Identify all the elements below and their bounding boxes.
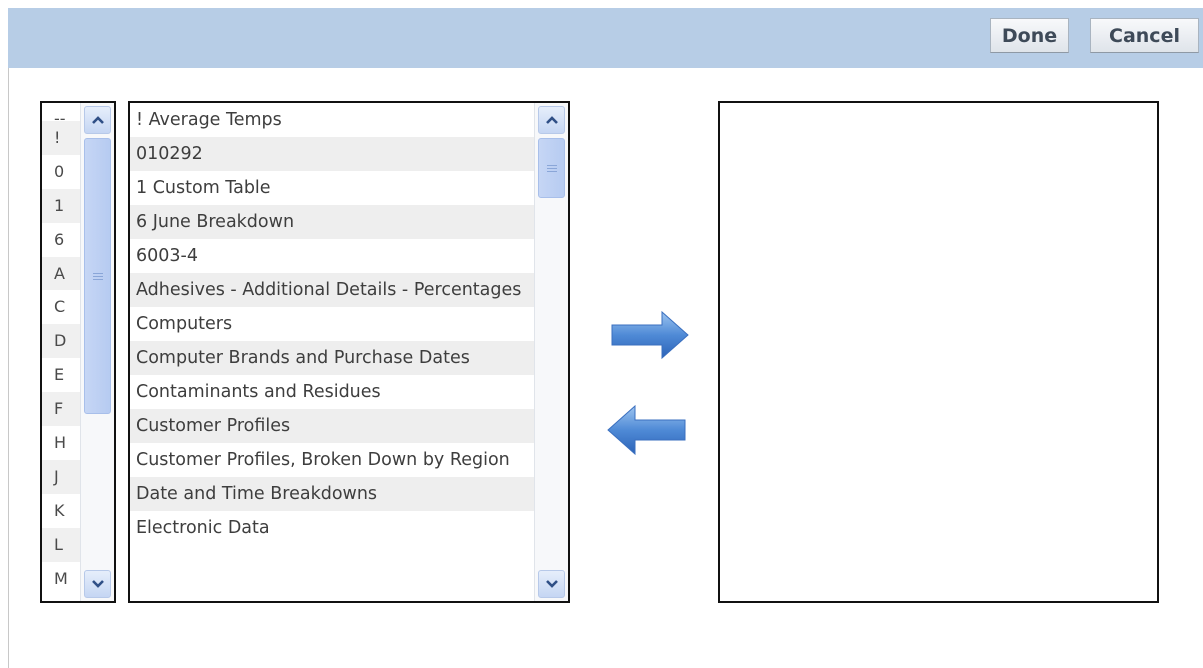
letter-filter-item[interactable]: H: [42, 426, 80, 460]
arrow-left-icon[interactable]: [605, 404, 687, 456]
table-list-item[interactable]: Electronic Data: [130, 511, 534, 545]
letter-filter-item[interactable]: C: [42, 290, 80, 324]
letter-scrollbar[interactable]: [80, 103, 114, 601]
letter-filter-item[interactable]: M: [42, 562, 80, 596]
letter-scroll-up-button[interactable]: [84, 106, 111, 134]
letter-filter-item[interactable]: E: [42, 358, 80, 392]
tables-scroll-thumb[interactable]: [538, 138, 565, 198]
table-list-item[interactable]: 010292: [130, 137, 534, 171]
toolbar: Done Cancel: [8, 8, 1203, 68]
letter-filter-item[interactable]: J: [42, 459, 80, 494]
left-divider: [8, 68, 9, 668]
grip-icon: [546, 164, 557, 172]
letter-scroll-thumb[interactable]: [84, 138, 111, 414]
table-list-item[interactable]: Date and Time Breakdowns: [130, 477, 534, 511]
selected-tables-list[interactable]: [718, 101, 1159, 603]
letter-filter-item[interactable]: F: [42, 392, 80, 427]
table-list-item[interactable]: Customer Profiles, Broken Down by Region: [130, 443, 534, 477]
table-list-item[interactable]: Customer Profiles: [130, 409, 534, 443]
table-list-item[interactable]: 1 Custom Table: [130, 171, 534, 205]
tables-scroll-down-button[interactable]: [538, 570, 565, 598]
tables-scrollbar[interactable]: [534, 103, 568, 601]
table-list-item[interactable]: ! Average Temps: [130, 103, 534, 137]
grip-icon: [92, 272, 103, 280]
letter-filter-item[interactable]: --: [42, 103, 80, 128]
cancel-button[interactable]: Cancel: [1090, 18, 1199, 53]
chevron-down-icon: [91, 580, 104, 588]
window-top-edge: [0, 0, 1203, 8]
letter-scroll-down-button[interactable]: [84, 570, 111, 598]
table-list-item[interactable]: 6 June Breakdown: [130, 205, 534, 239]
table-list-item[interactable]: Adhesives - Additional Details - Percent…: [130, 273, 534, 307]
chevron-up-icon: [545, 116, 558, 124]
tables-scroll-up-button[interactable]: [538, 106, 565, 134]
table-list-item[interactable]: Computer Brands and Purchase Dates: [130, 341, 534, 375]
letter-filter-item[interactable]: 6: [42, 223, 80, 257]
arrow-right-icon[interactable]: [610, 310, 690, 360]
table-list-item[interactable]: Computers: [130, 307, 534, 341]
letter-filter-item[interactable]: 0: [42, 155, 80, 189]
done-button[interactable]: Done: [990, 18, 1069, 53]
chevron-up-icon: [91, 116, 104, 124]
letter-filter-item[interactable]: L: [42, 527, 80, 562]
letter-filter-list[interactable]: --! 0 1 6 A C D E F H J K L M: [40, 101, 116, 603]
chevron-down-icon: [545, 580, 558, 588]
table-list-item[interactable]: 6003-4: [130, 239, 534, 273]
available-tables-list[interactable]: ! Average Temps 010292 1 Custom Table 6 Jun…: [128, 101, 570, 603]
letter-filter-item[interactable]: 1: [42, 188, 80, 223]
letter-filter-item[interactable]: K: [42, 494, 80, 528]
table-list-item[interactable]: Contaminants and Residues: [130, 375, 534, 409]
table-items: ! Average Temps 010292 1 Custom Table 6 Jun…: [130, 103, 534, 601]
letter-filter-item[interactable]: D: [42, 324, 80, 359]
letter-items: --! 0 1 6 A C D E F H J K L M: [42, 103, 80, 601]
letter-filter-item[interactable]: A: [42, 256, 80, 291]
